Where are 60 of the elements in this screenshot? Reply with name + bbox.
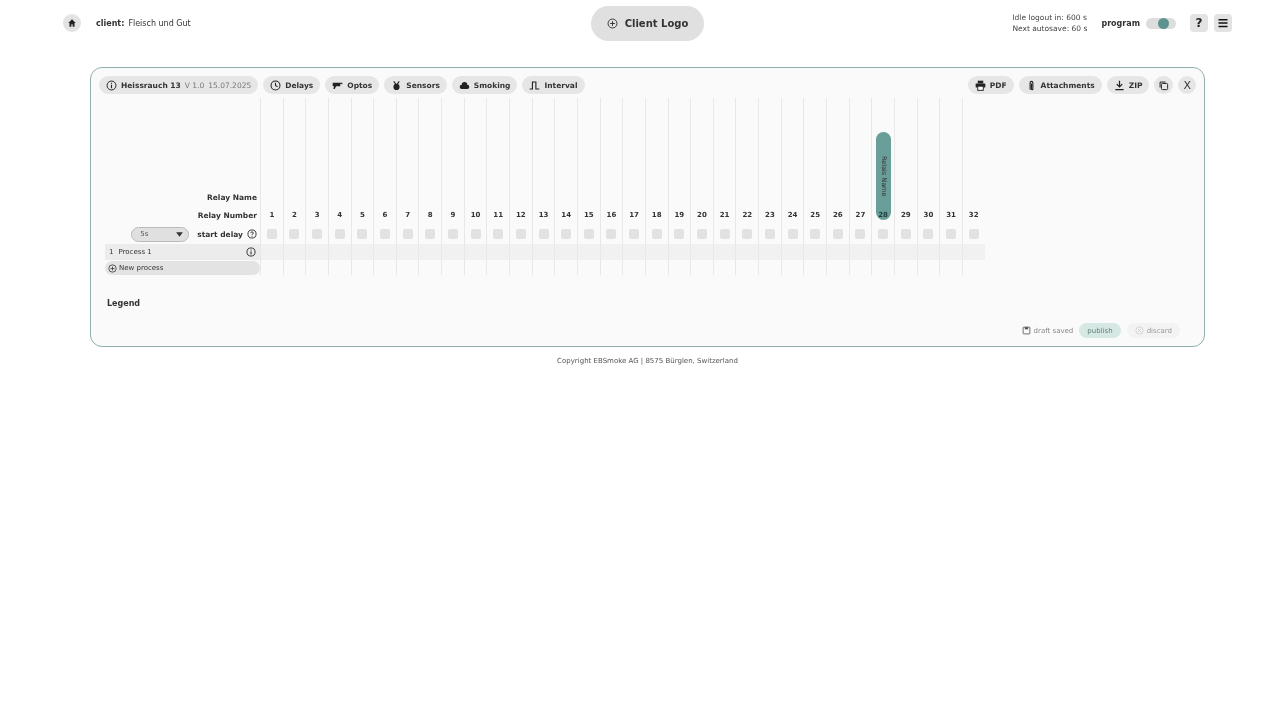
help-icon: [247, 229, 257, 239]
checkbox[interactable]: [447, 229, 458, 239]
checkbox[interactable]: [742, 229, 753, 239]
download-icon: [1113, 79, 1125, 91]
checkbox[interactable]: [878, 229, 889, 239]
checkbox[interactable]: [810, 229, 821, 239]
checkbox[interactable]: [968, 229, 979, 239]
checkbox[interactable]: [764, 229, 775, 239]
checkbox[interactable]: [493, 229, 504, 239]
program-label: program: [1101, 18, 1140, 28]
checkbox[interactable]: [425, 229, 436, 239]
checkbox[interactable]: [357, 229, 368, 239]
menu-button[interactable]: [1214, 14, 1232, 32]
checkbox[interactable]: [900, 229, 911, 239]
client-label: client:: [96, 18, 125, 28]
plus-circle-icon: [108, 263, 117, 273]
plus-circle-icon: [606, 18, 618, 29]
cloud-icon: [458, 79, 470, 91]
checkbox[interactable]: [674, 229, 685, 239]
home-icon: [67, 18, 77, 28]
copy-icon: [1158, 79, 1170, 91]
printer-icon: [974, 79, 986, 91]
sensor-icon: [391, 79, 403, 91]
client-name: Fleisch und Gut: [128, 18, 191, 28]
help-button[interactable]: ?: [1190, 14, 1208, 32]
checkbox[interactable]: [266, 229, 277, 239]
checkbox[interactable]: [606, 229, 617, 239]
checkbox[interactable]: [787, 229, 798, 239]
checkbox[interactable]: [334, 229, 345, 239]
checkbox[interactable]: [538, 229, 549, 239]
checkbox[interactable]: [380, 229, 390, 239]
info-icon: [106, 79, 117, 91]
checkbox[interactable]: [719, 229, 730, 239]
save-icon: [1021, 326, 1031, 335]
checkbox[interactable]: [629, 229, 640, 239]
clock-icon: [270, 79, 282, 91]
caret-icon: [175, 229, 185, 239]
close-button[interactable]: X: [1178, 76, 1196, 94]
program-toggle[interactable]: [1146, 17, 1176, 29]
menu-icon: [1217, 17, 1229, 29]
checkbox[interactable]: [697, 229, 707, 239]
pulse-icon: [529, 79, 541, 91]
checkbox[interactable]: [561, 229, 572, 239]
checkbox[interactable]: [832, 229, 843, 239]
checkbox[interactable]: [946, 229, 957, 239]
checkbox[interactable]: [312, 229, 323, 239]
checkbox[interactable]: [651, 229, 662, 239]
checkbox[interactable]: [923, 229, 934, 239]
checkbox[interactable]: [402, 229, 413, 239]
client-logo-button[interactable]: Client Logo: [591, 6, 704, 41]
legend-heading: Legend: [107, 299, 142, 308]
info-icon: [246, 247, 256, 257]
checkbox[interactable]: [289, 229, 300, 239]
copy-button[interactable]: [1154, 76, 1174, 94]
checkbox[interactable]: [855, 229, 866, 239]
home-button[interactable]: [63, 14, 81, 32]
checkbox[interactable]: [470, 229, 481, 239]
cancel-icon: [1134, 326, 1144, 335]
checkbox[interactable]: [515, 229, 526, 239]
checkbox[interactable]: [583, 229, 594, 239]
